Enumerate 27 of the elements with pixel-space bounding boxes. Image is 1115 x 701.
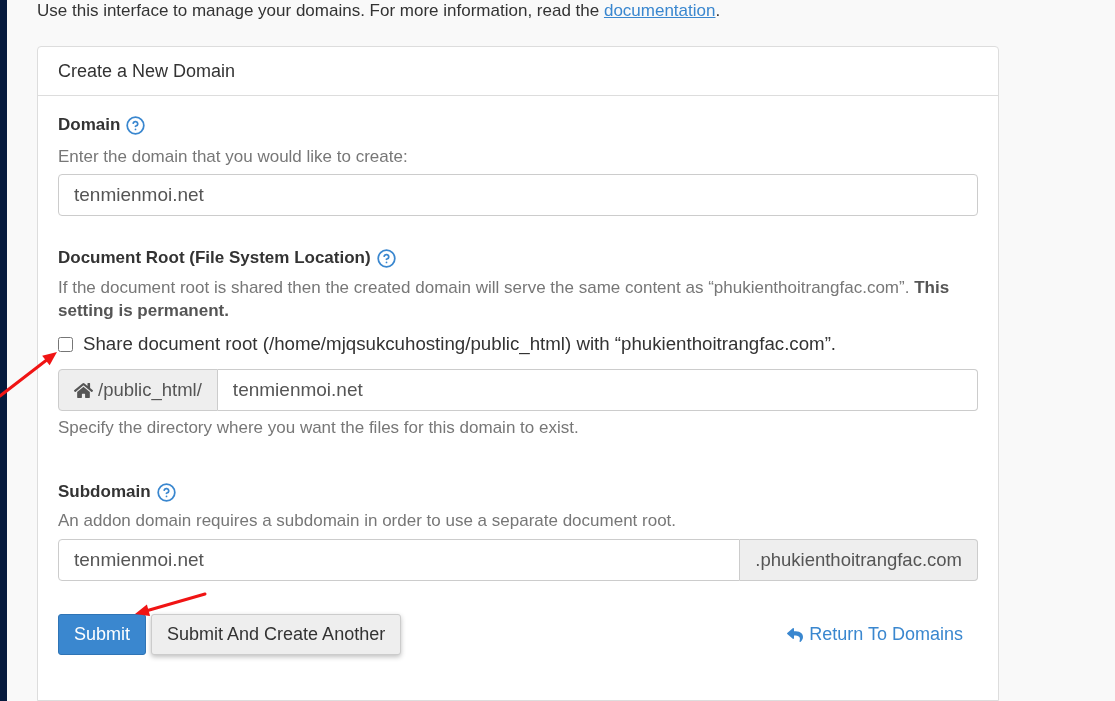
help-icon[interactable] xyxy=(376,248,396,268)
field-hint: Enter the domain that you would like to create: xyxy=(58,146,409,168)
home-icon xyxy=(74,381,93,399)
submit-and-create-button[interactable]: Submit And Create Another xyxy=(151,614,402,655)
help-icon[interactable] xyxy=(126,115,146,135)
document-root-input[interactable]: tenmienmoi.net xyxy=(217,369,978,411)
domain-input[interactable]: tenmienmoi.net xyxy=(58,174,978,216)
subdomain-input[interactable]: tenmienmoi.net xyxy=(58,539,741,581)
return-link[interactable]: Return To Domains xyxy=(786,621,963,648)
field-hint: An addon domain requires a subdomain in order to use a separate document root. xyxy=(58,510,678,532)
panel-title: Create a New Domain xyxy=(58,59,236,83)
field-hint: If the document root is shared then the created domain will serve the same content as “phukienthoitrangfac.com”. This setting is permanent. xyxy=(58,277,951,322)
intro-text: Use this interface to manage your domains. For more information, read the documentation. xyxy=(37,0,722,22)
documentation-link[interactable]: documentation xyxy=(603,1,716,20)
help-icon[interactable] xyxy=(156,482,176,502)
annotation-arrow xyxy=(0,352,57,398)
field-hint: Specify the directory where you want the files for this domain to exist. xyxy=(58,417,580,439)
checkbox-label: Share document root (/home/mjqsukcuhosting/public_html) with “phukienthoitrangfac.com”. xyxy=(83,332,837,356)
prefix-text: /public_html/ xyxy=(98,378,202,403)
field-label: Domain xyxy=(58,114,121,136)
share-root-checkbox[interactable] xyxy=(58,336,73,352)
annotation-arrow xyxy=(135,592,207,616)
reply-icon xyxy=(786,626,805,643)
field-label: Subdomain xyxy=(58,481,151,503)
domain-suffix: .phukienthoitrangfac.com xyxy=(740,539,978,581)
submit-button[interactable]: Submit xyxy=(58,614,147,655)
field-label: Document Root (File System Location) xyxy=(58,247,371,269)
